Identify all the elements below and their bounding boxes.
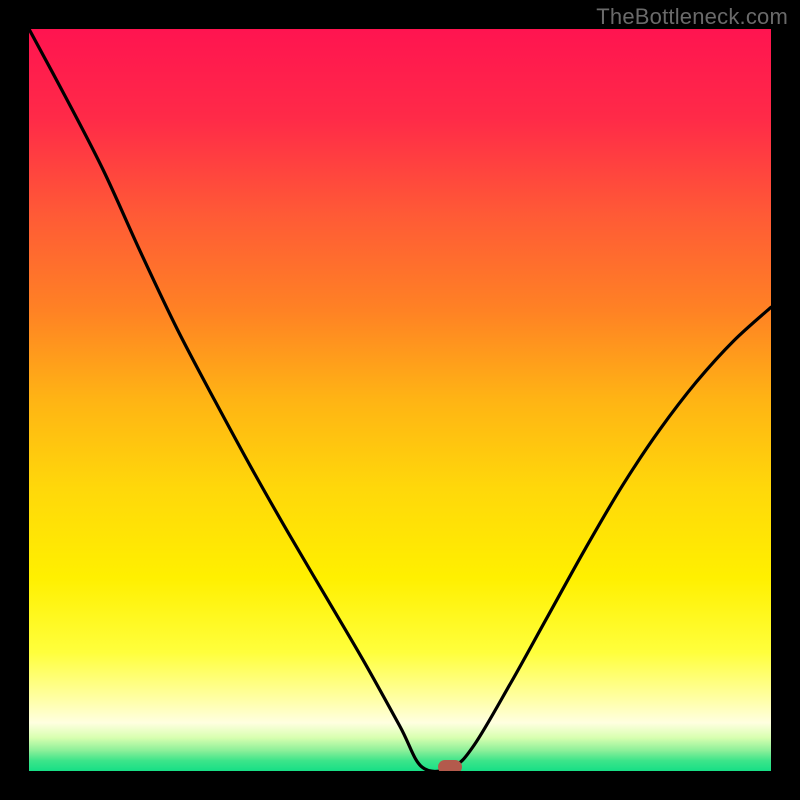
chart-frame: TheBottleneck.com [0,0,800,800]
optimal-point-marker [438,760,462,771]
bottleneck-curve [29,29,771,771]
attribution-text: TheBottleneck.com [596,4,788,30]
plot-area [29,29,771,771]
